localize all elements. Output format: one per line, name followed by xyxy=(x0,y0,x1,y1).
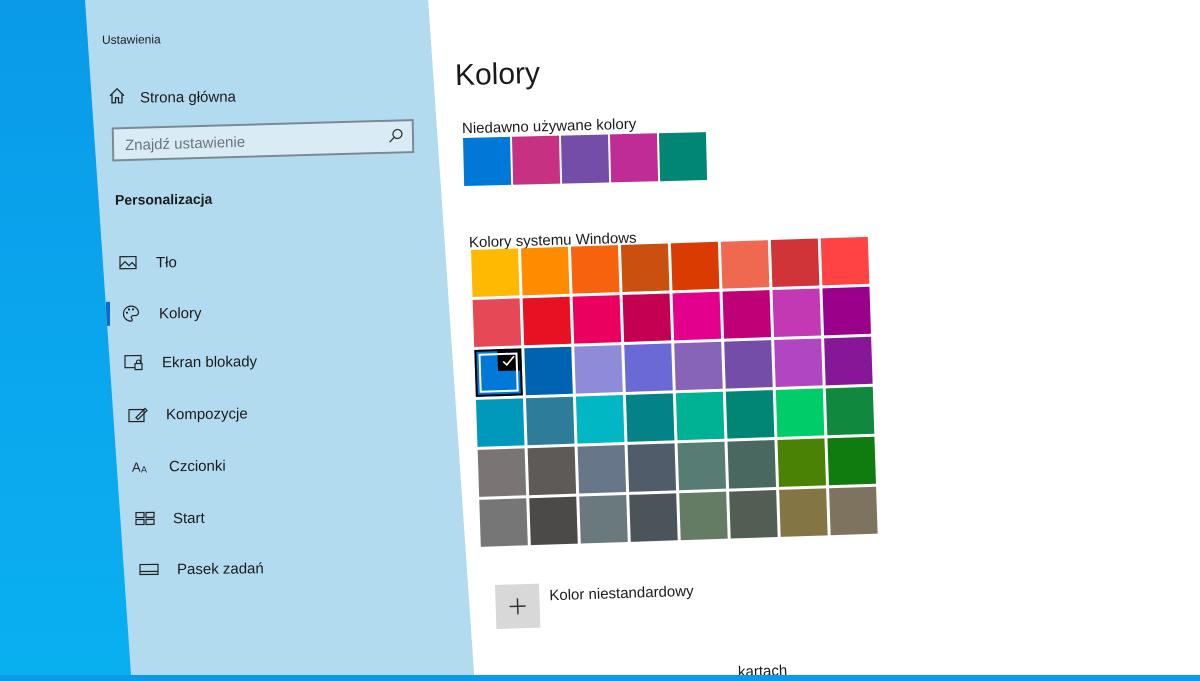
color-swatch[interactable] xyxy=(771,238,820,287)
color-swatch[interactable] xyxy=(826,387,875,436)
partial-text: kartach xyxy=(738,662,788,681)
sidebar-item-label: Ekran blokady xyxy=(162,353,257,371)
color-swatch[interactable] xyxy=(578,445,627,494)
search-input[interactable]: Znajdź ustawienie xyxy=(112,119,415,161)
start-icon xyxy=(135,508,155,528)
section-title: Personalizacja xyxy=(115,191,212,208)
color-swatch-selected[interactable] xyxy=(474,348,523,397)
windows-color-grid xyxy=(471,237,878,547)
lock-screen-icon xyxy=(124,352,144,372)
recent-color-swatch[interactable] xyxy=(561,134,609,183)
color-swatch[interactable] xyxy=(479,498,528,547)
sidebar-item-czcionki[interactable]: AA Czcionki xyxy=(131,456,226,477)
plus-icon[interactable] xyxy=(495,584,540,629)
custom-color-button[interactable]: Kolor niestandardowy xyxy=(495,579,695,629)
sidebar-item-label: Kompozycje xyxy=(166,405,248,423)
settings-window: Ustawienia Strona główna Znajdź ustawien… xyxy=(0,0,1200,675)
color-swatch[interactable] xyxy=(827,437,876,486)
sidebar-item-kompozycje[interactable]: Kompozycje xyxy=(128,403,248,424)
color-swatch[interactable] xyxy=(673,292,722,341)
color-swatch[interactable] xyxy=(521,247,570,296)
color-swatch[interactable] xyxy=(573,295,622,344)
sidebar-item-label: Tło xyxy=(156,254,177,271)
sidebar-item-kolory[interactable]: Kolory xyxy=(121,303,202,324)
color-swatch[interactable] xyxy=(671,242,720,291)
color-swatch[interactable] xyxy=(579,495,628,544)
color-swatch[interactable] xyxy=(629,493,678,542)
color-swatch[interactable] xyxy=(478,448,527,497)
sidebar-item-pasek-zadan[interactable]: Pasek zadań xyxy=(139,558,264,579)
color-swatch[interactable] xyxy=(726,390,775,439)
home-label: Strona główna xyxy=(140,88,236,106)
color-swatch[interactable] xyxy=(476,398,525,447)
color-swatch[interactable] xyxy=(571,245,620,294)
color-swatch[interactable] xyxy=(473,298,522,347)
svg-text:A: A xyxy=(132,460,141,475)
recent-color-swatch[interactable] xyxy=(463,137,511,186)
picture-icon xyxy=(118,253,138,273)
fonts-icon: AA xyxy=(131,456,151,476)
sidebar-item-label: Pasek zadań xyxy=(177,560,264,578)
sidebar-item-start[interactable]: Start xyxy=(135,508,205,529)
color-swatch[interactable] xyxy=(779,488,828,537)
color-swatch[interactable] xyxy=(526,397,575,446)
color-swatch[interactable] xyxy=(721,240,770,289)
search-icon[interactable] xyxy=(388,127,404,148)
sidebar-item-label: Czcionki xyxy=(169,457,226,475)
color-swatch[interactable] xyxy=(528,447,577,496)
color-swatch[interactable] xyxy=(624,343,673,392)
themes-icon xyxy=(128,404,148,424)
sidebar-item-ekran-blokady[interactable]: Ekran blokady xyxy=(124,351,257,372)
color-swatch[interactable] xyxy=(678,442,727,491)
active-indicator xyxy=(106,302,110,326)
color-swatch[interactable] xyxy=(628,443,677,492)
color-swatch[interactable] xyxy=(576,395,625,444)
color-swatch[interactable] xyxy=(674,342,723,391)
sidebar-item-label: Start xyxy=(173,509,205,526)
color-swatch[interactable] xyxy=(774,338,823,387)
color-swatch[interactable] xyxy=(724,340,773,389)
color-swatch[interactable] xyxy=(723,290,772,339)
palette-icon xyxy=(121,304,141,324)
color-swatch[interactable] xyxy=(777,438,826,487)
color-swatch[interactable] xyxy=(574,345,623,394)
color-swatch[interactable] xyxy=(829,487,878,536)
color-swatch[interactable] xyxy=(772,288,821,337)
home-link[interactable]: Strona główna xyxy=(108,86,236,109)
color-swatch[interactable] xyxy=(676,392,725,441)
color-swatch[interactable] xyxy=(524,347,573,396)
color-swatch[interactable] xyxy=(523,297,572,346)
color-swatch[interactable] xyxy=(623,293,672,342)
svg-text:A: A xyxy=(141,464,147,474)
color-swatch[interactable] xyxy=(727,440,776,489)
sidebar-item-tlo[interactable]: Tło xyxy=(118,252,177,273)
color-swatch[interactable] xyxy=(821,237,870,286)
color-swatch[interactable] xyxy=(529,497,578,546)
app-title: Ustawienia xyxy=(102,32,161,47)
color-swatch[interactable] xyxy=(679,492,728,541)
color-swatch[interactable] xyxy=(822,287,871,336)
recent-color-swatch[interactable] xyxy=(659,132,707,181)
color-swatch[interactable] xyxy=(824,337,873,386)
color-swatch[interactable] xyxy=(729,490,778,539)
custom-color-label: Kolor niestandardowy xyxy=(549,583,694,605)
search-placeholder: Znajdź ustawienie xyxy=(125,134,245,154)
recent-color-swatch[interactable] xyxy=(512,136,560,185)
sidebar-item-label: Kolory xyxy=(159,304,202,321)
page-title: Kolory xyxy=(455,57,541,93)
color-swatch[interactable] xyxy=(626,393,675,442)
color-swatch[interactable] xyxy=(471,248,520,297)
taskbar-icon xyxy=(139,559,159,579)
checkmark-icon xyxy=(497,350,520,371)
recent-colors xyxy=(463,132,707,186)
color-swatch[interactable] xyxy=(621,243,670,292)
color-swatch[interactable] xyxy=(776,388,825,437)
home-icon xyxy=(108,87,126,109)
recent-color-swatch[interactable] xyxy=(610,133,658,182)
